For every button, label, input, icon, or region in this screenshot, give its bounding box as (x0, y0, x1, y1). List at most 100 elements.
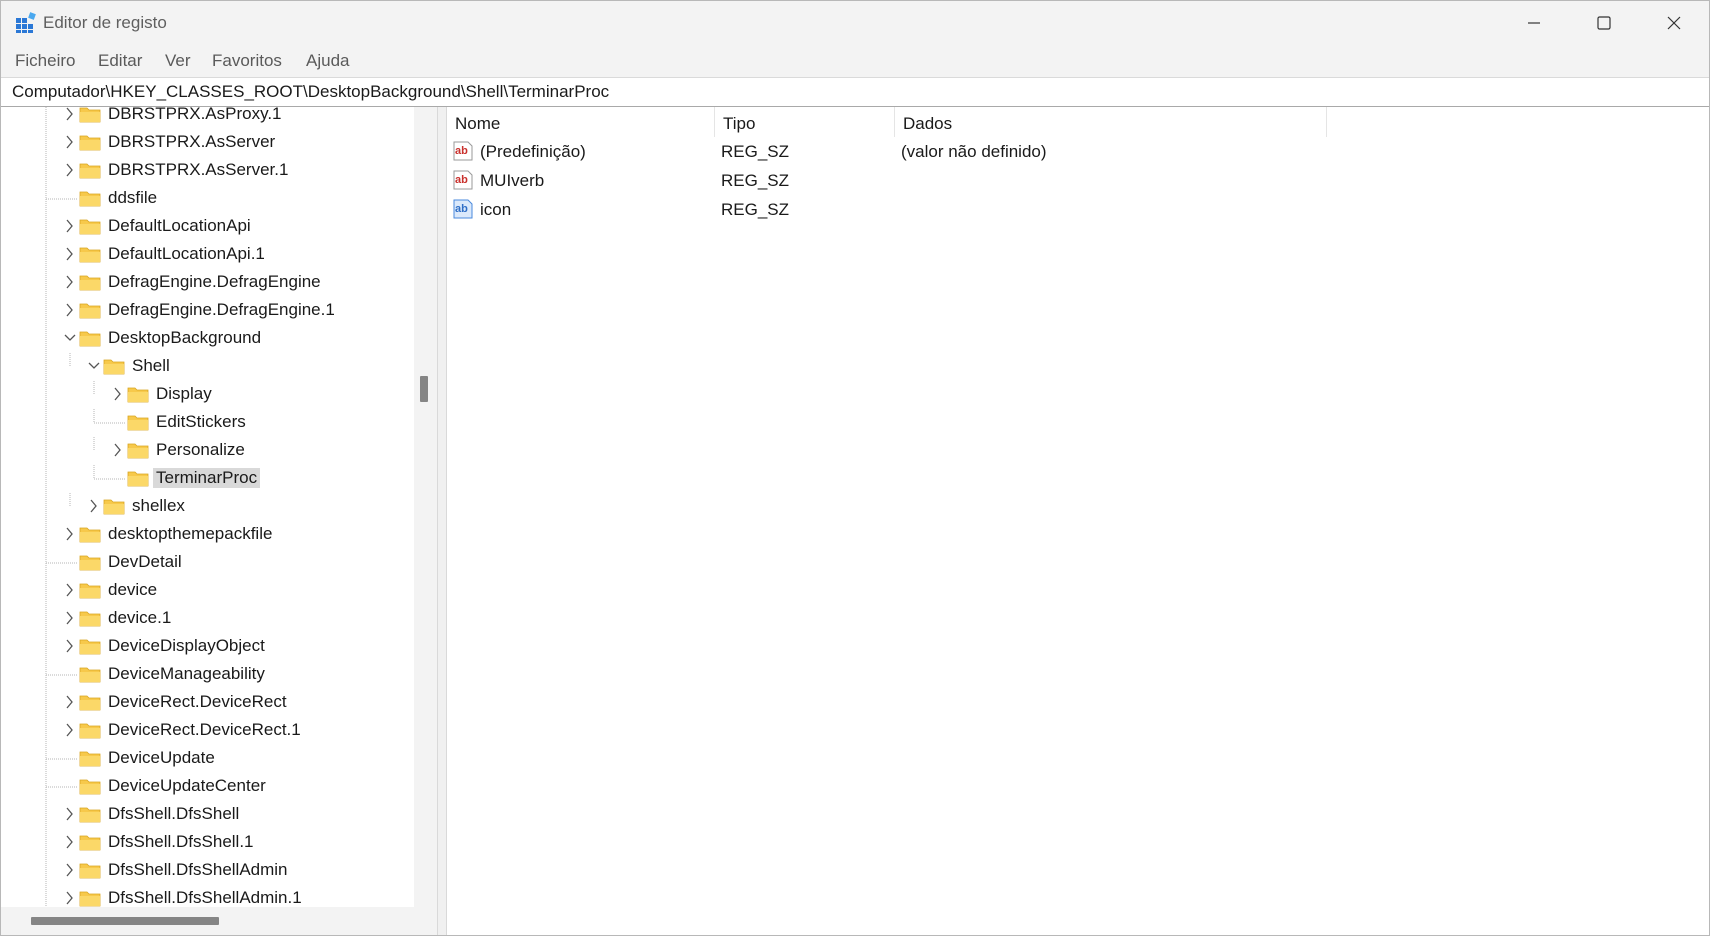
chevron-right-icon[interactable] (63, 241, 77, 267)
chevron-right-icon[interactable] (63, 157, 77, 183)
key-tree[interactable]: DBRSTPRX.AsProxy.1 DBRSTPRX.AsServer DBRST… (1, 107, 437, 935)
tree-node[interactable]: DBRSTPRX.AsProxy.1 (1, 107, 414, 127)
chevron-right-icon[interactable] (63, 605, 77, 631)
tree-node[interactable]: DfsShell.DfsShellAdmin (1, 857, 414, 883)
folder-icon (79, 667, 101, 683)
chevron-right-icon[interactable] (63, 129, 77, 155)
chevron-right-icon[interactable] (63, 269, 77, 295)
close-button[interactable] (1639, 1, 1709, 45)
menu-ajuda[interactable]: Ajuda (306, 51, 349, 71)
value-row[interactable]: ab MUIverb REG_SZ (447, 166, 1709, 195)
chevron-right-icon[interactable] (63, 801, 77, 827)
folder-icon (79, 303, 101, 319)
address-path[interactable]: Computador\HKEY_CLASSES_ROOT\DesktopBack… (12, 82, 609, 102)
folder-icon (79, 835, 101, 851)
tree-vertical-scroll-thumb[interactable] (420, 376, 428, 402)
tree-node[interactable]: DBRSTPRX.AsServer.1 (1, 157, 414, 183)
folder-icon (79, 611, 101, 627)
folder-icon (79, 891, 101, 907)
tree-node-label: DBRSTPRX.AsServer (108, 132, 276, 151)
tree-node[interactable]: DefaultLocationApi.1 (1, 241, 414, 267)
chevron-down-icon[interactable] (87, 353, 101, 379)
tree-node[interactable]: DefaultLocationApi (1, 213, 414, 239)
tree-node[interactable]: DeviceRect.DeviceRect.1 (1, 717, 414, 743)
tree-node[interactable]: DeviceUpdate (1, 745, 414, 771)
folder-icon (79, 527, 101, 543)
title-bar[interactable]: Editor de registo (1, 1, 1709, 45)
pane-splitter[interactable] (437, 107, 447, 935)
folder-icon (79, 555, 101, 571)
tree-node[interactable]: DefragEngine.DefragEngine.1 (1, 297, 414, 323)
tree-node[interactable]: shellex (1, 493, 414, 519)
folder-icon (79, 135, 101, 151)
column-header-tipo-label: Tipo (723, 114, 756, 133)
tree-node-label: DefragEngine.DefragEngine (108, 272, 321, 291)
tree-node-label: Display (156, 384, 212, 403)
tree-node-label: DefaultLocationApi.1 (108, 244, 265, 263)
tree-node-label: shellex (132, 496, 185, 515)
tree-node[interactable]: desktopthemepackfile (1, 521, 414, 547)
tree-node[interactable]: TerminarProc (1, 465, 414, 491)
chevron-right-icon[interactable] (111, 437, 125, 463)
chevron-right-icon[interactable] (63, 717, 77, 743)
menu-favoritos[interactable]: Favoritos (212, 51, 282, 71)
chevron-right-icon[interactable] (63, 297, 77, 323)
tree-node[interactable]: device (1, 577, 414, 603)
tree-node-label: Personalize (156, 440, 245, 459)
tree-node[interactable]: Display (1, 381, 414, 407)
chevron-right-icon[interactable] (111, 381, 125, 407)
chevron-right-icon[interactable] (63, 857, 77, 883)
tree-node[interactable]: Personalize (1, 437, 414, 463)
address-bar[interactable]: Computador\HKEY_CLASSES_ROOT\DesktopBack… (1, 77, 1709, 107)
folder-icon (79, 639, 101, 655)
folder-icon (127, 387, 149, 403)
minimize-button[interactable] (1499, 1, 1569, 45)
menu-ficheiro[interactable]: Ficheiro (15, 51, 75, 71)
tree-node[interactable]: DfsShell.DfsShell (1, 801, 414, 827)
chevron-right-icon[interactable] (63, 213, 77, 239)
tree-node[interactable]: device.1 (1, 605, 414, 631)
value-row[interactable]: ab icon REG_SZ (447, 195, 1709, 224)
chevron-right-icon[interactable] (63, 577, 77, 603)
tree-node[interactable]: DevDetail (1, 549, 414, 575)
tree-node[interactable]: EditStickers (1, 409, 414, 435)
string-value-icon-selected: ab (453, 199, 473, 219)
value-row[interactable]: ab (Predefinição) REG_SZ (valor não defi… (447, 137, 1709, 166)
tree-vertical-scrollbar[interactable] (414, 107, 437, 907)
chevron-down-icon[interactable] (63, 325, 77, 351)
values-list[interactable]: Nome Tipo Dados ab (Predefinição) REG_SZ… (447, 107, 1709, 935)
folder-icon (79, 779, 101, 795)
tree-node-label: DfsShell.DfsShell (108, 804, 240, 823)
tree-node[interactable]: DeviceUpdateCenter (1, 773, 414, 799)
tree-node[interactable]: Shell (1, 353, 414, 379)
maximize-button[interactable] (1569, 1, 1639, 45)
string-value-icon: ab (453, 170, 473, 190)
chevron-right-icon[interactable] (63, 107, 77, 127)
tree-horizontal-scroll-thumb[interactable] (31, 917, 219, 925)
tree-node-label: DevDetail (108, 552, 182, 571)
chevron-right-icon[interactable] (63, 521, 77, 547)
folder-icon (79, 583, 101, 599)
chevron-right-icon[interactable] (63, 633, 77, 659)
tree-node-label: DBRSTPRX.AsProxy.1 (108, 107, 282, 123)
menu-ver[interactable]: Ver (165, 51, 191, 71)
tree-node[interactable]: DesktopBackground (1, 325, 414, 351)
column-header-dados[interactable]: Dados (895, 107, 1327, 137)
chevron-right-icon[interactable] (63, 829, 77, 855)
tree-node[interactable]: DeviceDisplayObject (1, 633, 414, 659)
tree-horizontal-scrollbar[interactable] (1, 907, 437, 935)
tree-node[interactable]: DfsShell.DfsShell.1 (1, 829, 414, 855)
tree-node[interactable]: DeviceRect.DeviceRect (1, 689, 414, 715)
menu-editar[interactable]: Editar (98, 51, 142, 71)
tree-node[interactable]: ddsfile (1, 185, 414, 211)
column-header-nome[interactable]: Nome (447, 107, 715, 137)
column-header-tipo[interactable]: Tipo (715, 107, 895, 137)
tree-node[interactable]: DBRSTPRX.AsServer (1, 129, 414, 155)
tree-node[interactable]: DefragEngine.DefragEngine (1, 269, 414, 295)
value-data: (valor não definido) (901, 142, 1047, 161)
folder-icon (79, 723, 101, 739)
svg-text:ab: ab (455, 203, 468, 215)
tree-node[interactable]: DeviceManageability (1, 661, 414, 687)
chevron-right-icon[interactable] (63, 689, 77, 715)
chevron-right-icon[interactable] (87, 493, 101, 519)
